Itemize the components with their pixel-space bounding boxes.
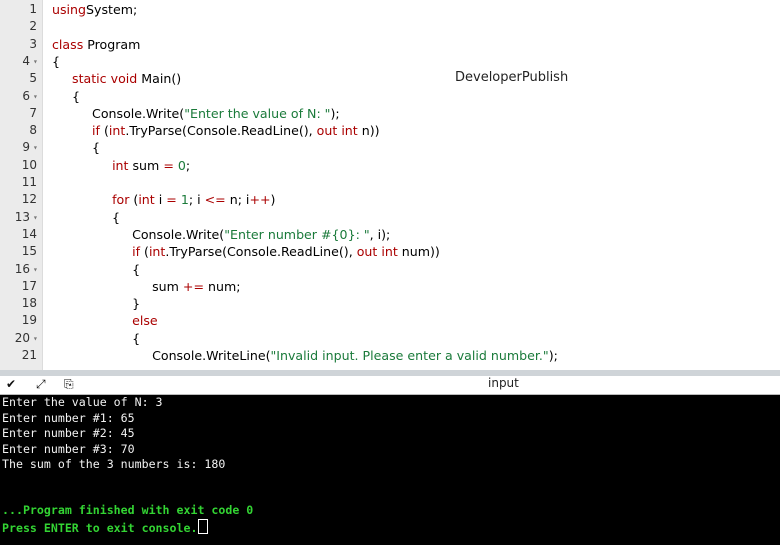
output-console[interactable]: Enter the value of N: 3 Enter number #1:…	[0, 395, 780, 545]
code-text: Console.WriteLine("Invalid input. Please…	[52, 348, 558, 363]
console-line: Enter the value of N: 3	[2, 395, 163, 409]
line-number: 8	[29, 123, 37, 138]
code-editor[interactable]: 1 usingSystem; 2 3 class Program 4 ▾{5 static …	[0, 0, 780, 370]
line-number: 11	[21, 175, 37, 189]
code-line[interactable]: 13 ▾ {	[0, 209, 780, 226]
line-number: 1	[29, 2, 37, 16]
line-number: 10	[21, 157, 37, 172]
code-line[interactable]: 18 }	[0, 295, 780, 312]
code-text: class Program	[52, 36, 141, 52]
line-number: 9	[22, 140, 30, 155]
line-number: 14	[21, 226, 37, 241]
input-tab-label[interactable]: input	[488, 376, 519, 390]
code-text: {	[52, 261, 141, 277]
code-text: int sum = 0;	[112, 157, 191, 173]
code-text: if (int.TryParse(Console.ReadLine(), out…	[132, 244, 440, 260]
fold-toggle-icon[interactable]: ▾	[33, 139, 38, 156]
line-number: 4	[22, 53, 30, 68]
code-line[interactable]: 14 Console.Write("Enter number #{0}: ", …	[0, 226, 780, 243]
code-line[interactable]: 10 int sum = 0;	[0, 157, 780, 174]
code-line[interactable]: 7 Console.Write("Enter the value of N: "…	[0, 105, 780, 122]
code-line[interactable]: 12 for (int i = 1; i <= n; i++)	[0, 191, 780, 208]
line-number: 13	[14, 209, 30, 224]
code-text: if (int.TryParse(Console.ReadLine(), out…	[92, 123, 380, 139]
code-line[interactable]: 1 usingSystem;	[0, 1, 780, 18]
line-number: 6	[22, 88, 30, 103]
code-line[interactable]: 4 ▾ {	[0, 53, 780, 70]
line-number: 20	[14, 330, 30, 345]
console-exit-message: ...Program finished with exit code 0	[2, 503, 254, 517]
line-number: 12	[21, 192, 37, 207]
fold-toggle-icon[interactable]: ▾	[33, 261, 38, 278]
console-line: Enter number #2: 45	[2, 426, 135, 440]
code-line[interactable]: 3 class Program	[0, 36, 780, 53]
console-prompt-text: Press ENTER to exit console.	[2, 521, 198, 535]
code-text: Console.Write("Enter number #{0}: ", i);	[52, 226, 391, 242]
code-text: {	[52, 88, 81, 104]
watermark-text: DeveloperPublish	[455, 70, 569, 85]
line-number: 3	[29, 36, 37, 51]
text-cursor	[198, 519, 209, 534]
line-number: 5	[29, 71, 37, 86]
fold-toggle-icon[interactable]: ▾	[33, 330, 38, 347]
code-line[interactable]: 2	[0, 18, 780, 35]
console-line: The sum of the 3 numbers is: 180	[2, 457, 226, 471]
line-number: 16	[14, 261, 30, 276]
code-text: else	[132, 313, 158, 329]
line-number: 7	[29, 105, 37, 120]
code-line[interactable]: 16 ▾ {	[0, 261, 780, 278]
code-text: static void Main()	[72, 71, 182, 87]
code-text: usingSystem;	[52, 2, 138, 17]
code-line[interactable]: 6 ▾ {	[0, 88, 780, 105]
line-number: 18	[21, 296, 37, 311]
code-text: sum += num;	[52, 278, 241, 294]
code-text: {	[52, 330, 141, 346]
line-number: 15	[21, 244, 37, 259]
line-number: 2	[29, 19, 37, 34]
code-line[interactable]: 17 sum += num;	[0, 278, 780, 295]
console-prompt-line: Press ENTER to exit console.	[2, 519, 209, 537]
console-line: Enter number #3: 70	[2, 441, 135, 456]
expand-icon[interactable]: ⤢	[36, 377, 46, 392]
code-text: Console.Write("Enter the value of N: ");	[52, 105, 340, 121]
code-line[interactable]: 21 Console.WriteLine("Invalid input. Ple…	[0, 347, 780, 364]
code-text: }	[52, 296, 141, 312]
code-text: {	[52, 53, 61, 69]
code-line[interactable]: 8 if (int.TryParse(Console.ReadLine(), o…	[0, 122, 780, 139]
fold-toggle-icon[interactable]: ▾	[33, 88, 38, 105]
code-line[interactable]: 5 static void Main()	[0, 70, 780, 87]
code-line[interactable]: 9 ▾ {	[0, 139, 780, 156]
code-line[interactable]: 20 ▾ {	[0, 330, 780, 347]
fold-toggle-icon[interactable]: ▾	[33, 209, 38, 226]
code-line[interactable]: 19 else	[0, 312, 780, 329]
code-text: {	[52, 209, 121, 225]
collapse-chevron-icon[interactable]: ✔	[6, 377, 16, 391]
fold-toggle-icon[interactable]: ▾	[33, 53, 38, 70]
code-text: {	[52, 140, 101, 156]
line-number: 17	[21, 278, 37, 293]
console-toolbar: ✔ ⤢ ⎘ input	[0, 376, 780, 395]
code-line[interactable]: 11	[0, 174, 780, 191]
console-line: Enter number #1: 65	[2, 410, 135, 425]
code-text: for (int i = 1; i <= n; i++)	[112, 192, 276, 208]
line-number: 19	[21, 313, 37, 328]
code-line[interactable]: 15 if (int.TryParse(Console.ReadLine(), …	[0, 243, 780, 260]
line-number: 21	[21, 348, 37, 362]
copy-icon[interactable]: ⎘	[64, 377, 74, 392]
